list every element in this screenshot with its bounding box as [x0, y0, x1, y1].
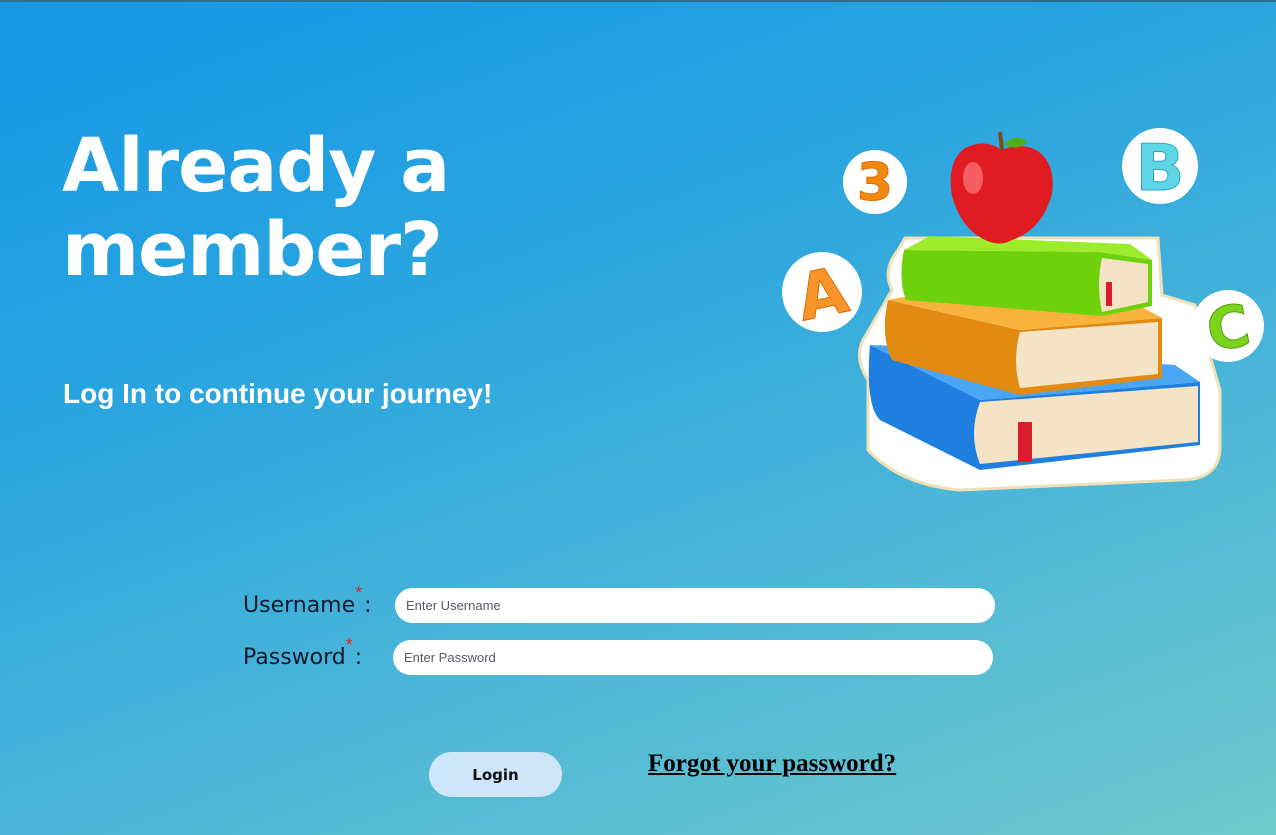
password-required-marker: *: [345, 634, 353, 655]
letter-3-sticker: 3: [843, 150, 907, 214]
username-row: Username * :: [243, 583, 372, 623]
letter-b-sticker: B: [1122, 128, 1198, 207]
apple-icon: [950, 131, 1053, 244]
page-subtitle: Log In to continue your journey!: [63, 378, 493, 409]
password-row: Password * :: [243, 635, 363, 675]
password-input[interactable]: [393, 640, 993, 675]
username-colon: :: [364, 592, 372, 618]
login-button[interactable]: Login: [429, 752, 562, 797]
letter-a-sticker: A: [782, 252, 862, 337]
password-label: Password: [243, 644, 346, 670]
page-title-line-2: member?: [62, 207, 443, 293]
letter-b-text: B: [1136, 132, 1185, 206]
username-required-marker: *: [355, 582, 363, 603]
page-title-line-1: Already a: [62, 123, 450, 209]
letter-3-text: 3: [857, 153, 893, 213]
username-label: Username: [243, 592, 356, 618]
forgot-password-link[interactable]: Forgot your password?: [648, 750, 896, 778]
page-title: Already a member?: [62, 123, 450, 293]
username-input[interactable]: [395, 588, 995, 623]
password-colon: :: [354, 644, 363, 670]
books-illustration: 3 B A C: [782, 128, 1264, 492]
